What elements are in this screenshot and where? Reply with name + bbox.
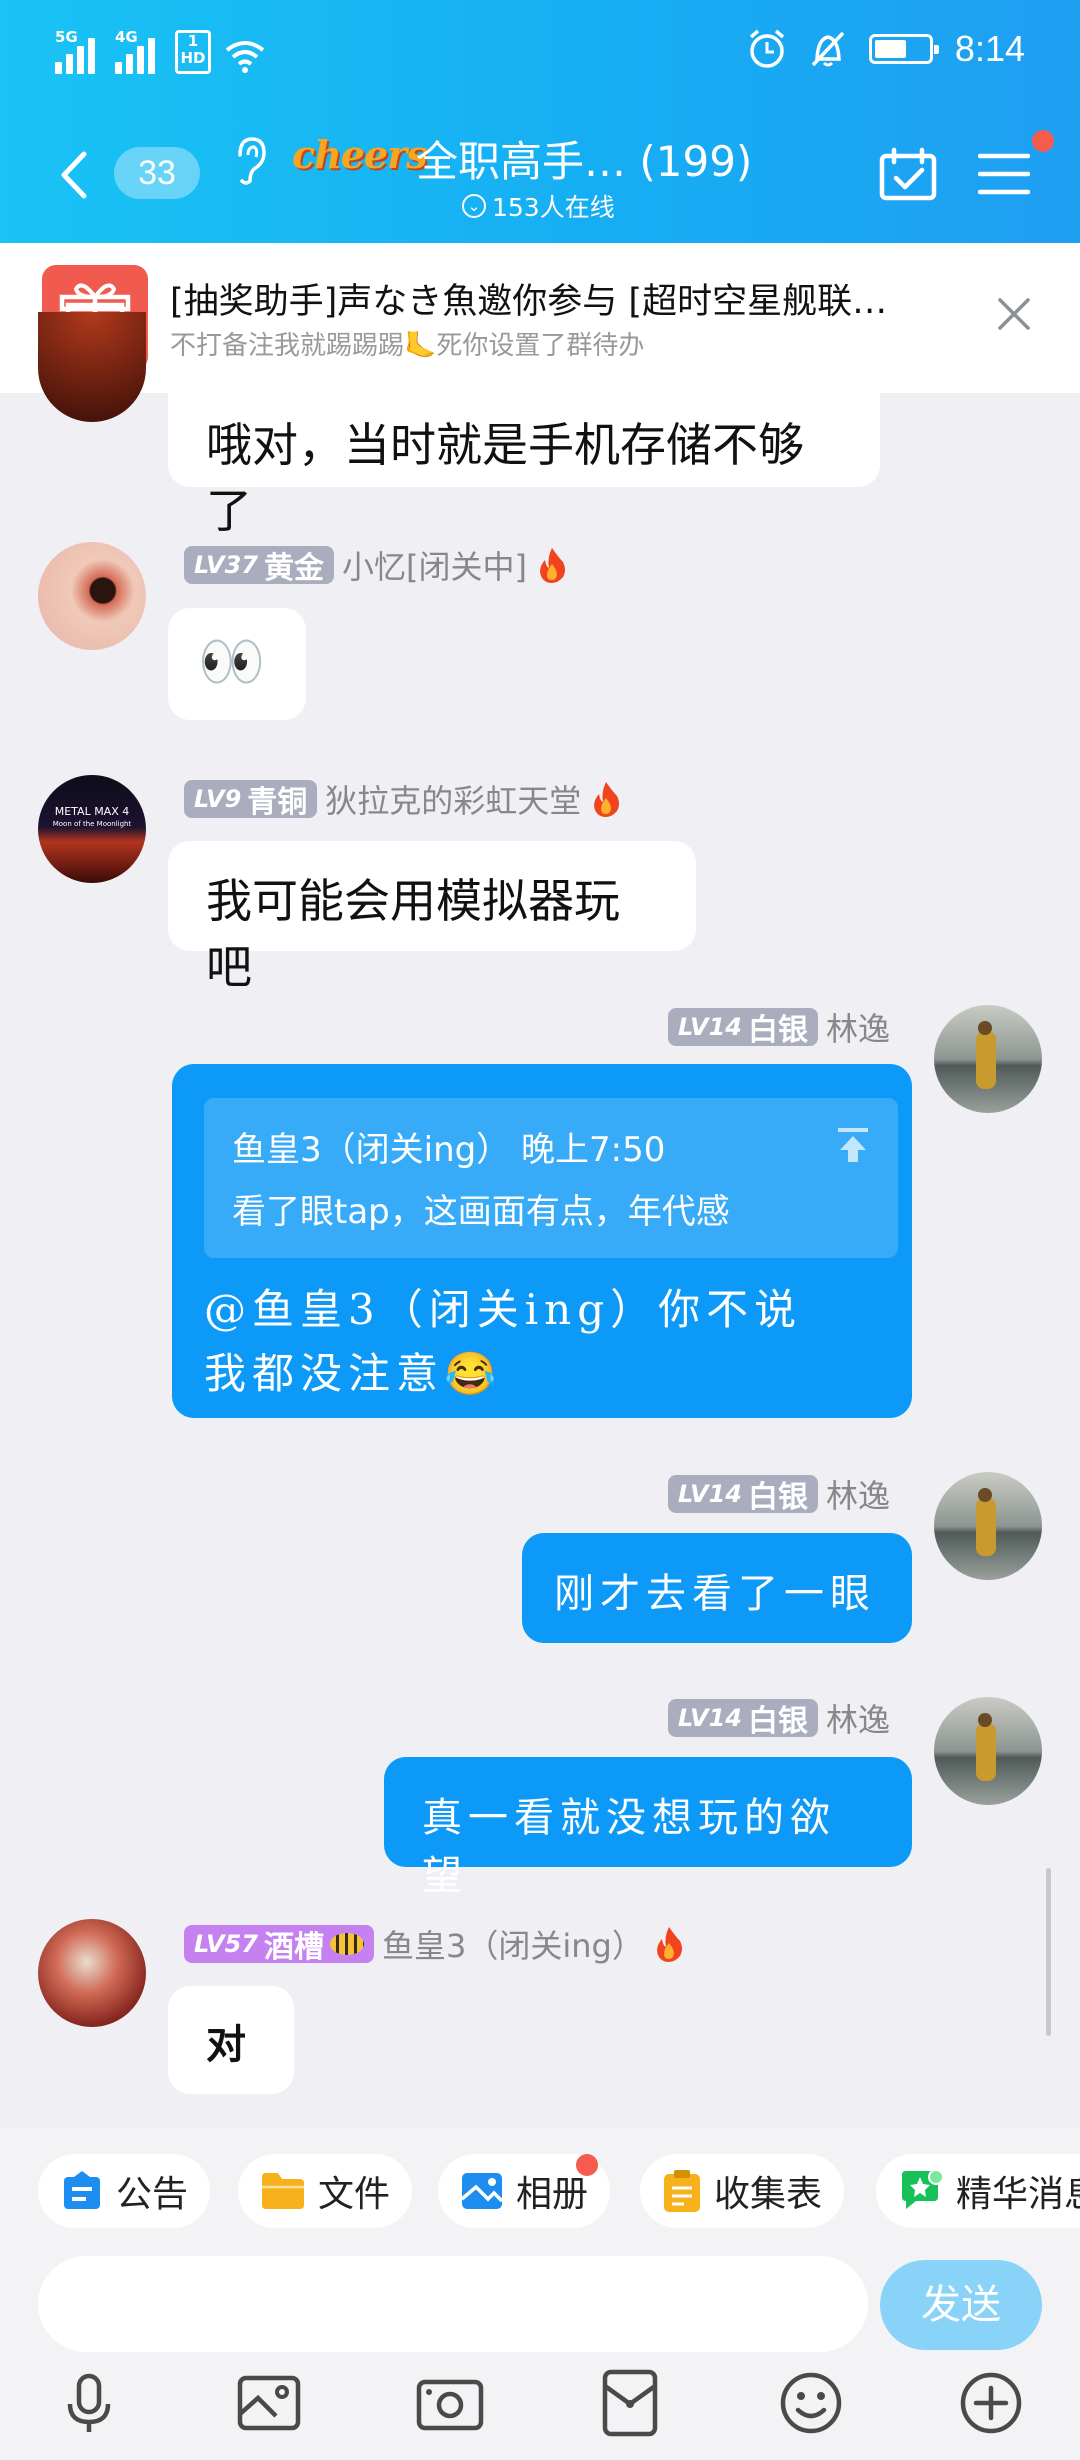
level-badge: LV57 酒槽 xyxy=(184,1925,374,1965)
avatar-caption: METAL MAX 4 Moon of the Moonlight xyxy=(52,805,132,828)
sender-info: LV37 黄金 小忆[闭关中] xyxy=(184,542,569,588)
album-notification-dot xyxy=(576,2154,599,2176)
clock: 8:14 xyxy=(954,28,1025,69)
jump-to-top-icon[interactable] xyxy=(834,1126,872,1164)
camera-icon[interactable] xyxy=(413,2366,487,2440)
avatar[interactable] xyxy=(38,542,146,650)
menu-icon[interactable] xyxy=(978,152,1030,196)
clipboard-icon xyxy=(664,2170,700,2212)
sender-name: 小忆[闭关中] xyxy=(341,548,527,586)
scrollbar[interactable] xyxy=(1046,1868,1051,2036)
message-bubble[interactable]: 👀 xyxy=(168,608,306,720)
group-notice-banner[interactable]: [抽奖助手]声なき魚邀你参与 [超时空星舰联… 不打备注我就踢踢踢🦶死你设置了群… xyxy=(0,243,1080,393)
flame-icon xyxy=(594,782,620,817)
signal-5g-icon: 5G xyxy=(55,28,103,74)
notice-title: [抽奖助手]声なき魚邀你参与 [超时空星舰联… xyxy=(170,282,888,322)
calendar-check-icon[interactable] xyxy=(878,146,938,202)
sender-info: LV14 白银 林逸 xyxy=(668,1004,890,1050)
highlight-message-icon xyxy=(902,2169,944,2209)
online-count: ⌄ 153人在线 xyxy=(462,188,615,224)
avatar[interactable] xyxy=(934,1472,1042,1580)
battery-icon xyxy=(868,34,939,64)
shortcut-bar[interactable]: 公告 文件 相册 收集表 精华消 xyxy=(0,2140,1080,2236)
shortcut-highlights[interactable]: 精华消息 xyxy=(876,2154,1080,2228)
sender-info: LV14 白银 林逸 xyxy=(668,1471,890,1517)
bottom-panel: 公告 文件 相册 收集表 精华消 发送 xyxy=(0,2128,1080,2460)
level-badge: LV9 青铜 xyxy=(184,780,318,820)
message-bubble[interactable]: 对 xyxy=(168,1986,294,2094)
message-input[interactable] xyxy=(38,2256,868,2352)
album-icon xyxy=(460,2173,504,2209)
plus-icon[interactable] xyxy=(954,2366,1028,2440)
folder-icon xyxy=(262,2173,304,2209)
red-packet-icon[interactable] xyxy=(593,2366,667,2440)
emoji-icon[interactable] xyxy=(774,2366,848,2440)
close-icon[interactable] xyxy=(996,296,1032,332)
avatar[interactable] xyxy=(934,1005,1042,1113)
level-badge: LV14 白银 xyxy=(668,1008,818,1048)
alarm-icon xyxy=(749,29,785,68)
level-badge: LV14 白银 xyxy=(668,1475,818,1515)
level-badge: LV14 白银 xyxy=(668,1699,818,1739)
status-bar: 5G 4G 1 HD 8:14 xyxy=(0,0,1080,110)
mute-bell-icon xyxy=(811,31,845,67)
shortcut-announcement[interactable]: 公告 xyxy=(38,2154,211,2228)
send-button[interactable]: 发送 xyxy=(880,2260,1042,2350)
sender-info: LV9 青铜 狄拉克的彩虹天堂 xyxy=(184,776,623,822)
unread-count-badge[interactable]: 33 xyxy=(114,147,200,199)
flame-icon xyxy=(656,1927,682,1962)
chevron-down-icon: ⌄ xyxy=(462,194,486,218)
message-bubble[interactable]: 刚才去看了一眼 xyxy=(522,1533,912,1643)
message-bubble[interactable]: 真一看就没想玩的欲望 xyxy=(384,1757,912,1899)
image-icon[interactable] xyxy=(232,2366,306,2440)
shortcut-album[interactable]: 相册 xyxy=(438,2154,611,2228)
group-title[interactable]: 全职高手… (199) xyxy=(416,128,752,189)
message-bubble[interactable]: 我可能会用模拟器玩吧 xyxy=(168,841,696,994)
sender-info: LV14 白银 林逸 xyxy=(668,1695,890,1741)
back-arrow-icon[interactable] xyxy=(58,150,88,200)
wifi-icon xyxy=(225,41,265,73)
hd-volte-icon: 1 HD xyxy=(175,30,211,74)
sender-info: LV57 酒槽 鱼皇3（闭关ing） xyxy=(184,1921,686,1967)
avatar[interactable] xyxy=(38,312,146,422)
avatar[interactable] xyxy=(38,1919,146,2027)
shortcut-collection-form[interactable]: 收集表 xyxy=(640,2154,845,2228)
menu-notification-dot xyxy=(1032,130,1054,152)
fish-icon xyxy=(329,1933,364,1955)
quoted-message[interactable]: 鱼皇3（闭关ing） 晚上7:50 看了眼tap，这画面有点，年代感 xyxy=(204,1098,898,1258)
sender-name: 林逸 xyxy=(825,1477,890,1515)
sender-name: 林逸 xyxy=(825,1010,890,1048)
ear-mode-icon[interactable] xyxy=(232,135,268,187)
signal-4g-icon: 4G xyxy=(115,28,163,74)
shortcut-files[interactable]: 文件 xyxy=(238,2154,413,2228)
avatar[interactable]: METAL MAX 4 Moon of the Moonlight xyxy=(38,775,146,883)
notice-subtitle: 不打备注我就踢踢踢🦶死你设置了群待办 xyxy=(170,331,645,361)
sender-name: 鱼皇3（闭关ing） xyxy=(381,1927,644,1965)
announcement-icon xyxy=(64,2171,100,2209)
level-badge: LV37 黄金 xyxy=(184,546,334,586)
sender-name: 狄拉克的彩虹天堂 xyxy=(325,782,582,820)
flame-icon xyxy=(540,548,565,583)
message-bubble[interactable]: 哦对，当时就是手机存储不够了 xyxy=(168,393,880,538)
cheers-logo: cheers xyxy=(292,132,428,177)
avatar[interactable] xyxy=(934,1697,1042,1805)
microphone-icon[interactable] xyxy=(52,2366,126,2440)
top-bar: 5G 4G 1 HD 8:14 33 cheers 全职高手… (199) ⌄ … xyxy=(0,0,1080,243)
reply-message-bubble[interactable]: 鱼皇3（闭关ing） 晚上7:50 看了眼tap，这画面有点，年代感 @鱼皇3（… xyxy=(172,1064,912,1418)
sender-name: 林逸 xyxy=(825,1701,890,1739)
